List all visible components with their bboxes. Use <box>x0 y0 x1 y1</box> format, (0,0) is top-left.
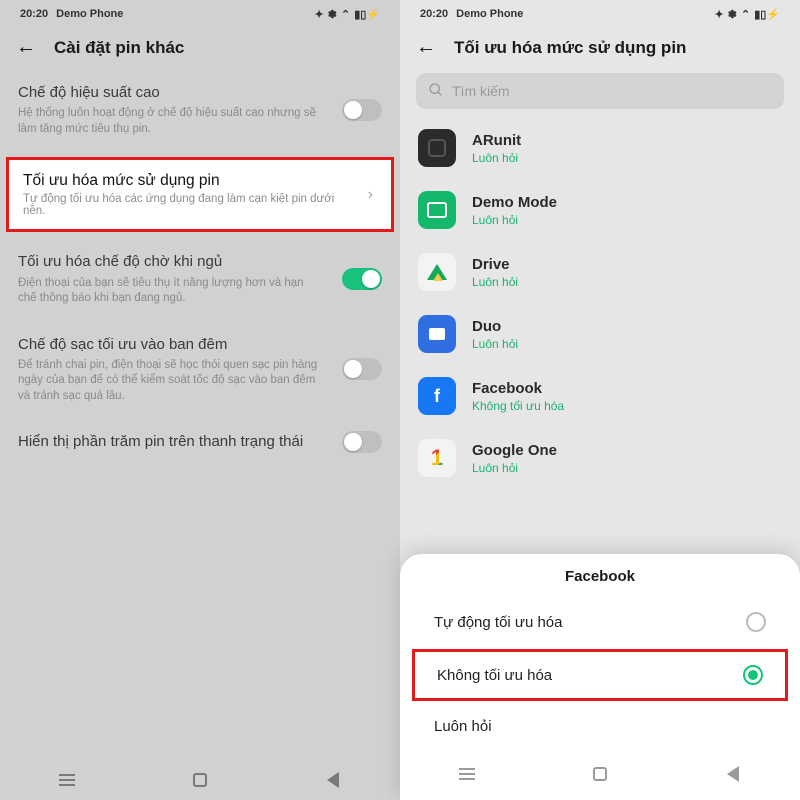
status-time: 20:20 <box>20 8 48 20</box>
status-icons: ✦ ✽ ⌃ ▮▯⚡ <box>715 8 780 21</box>
toggle-battery-percent[interactable] <box>342 431 382 453</box>
option-dont-optimize[interactable]: Không tối ưu hóa <box>412 649 788 701</box>
bluetooth-icon: ✽ <box>328 8 337 21</box>
row-night-charging[interactable]: Chế độ sạc tối ưu vào ban đêm Để tránh c… <box>0 321 400 419</box>
row-desc: Điện thoại của bạn sẽ tiêu thụ ít năng l… <box>18 276 382 307</box>
row-title: Chế độ hiệu suất cao <box>18 83 382 103</box>
battery-icon: ▮▯⚡ <box>354 8 380 21</box>
app-name: Demo Mode <box>472 194 557 211</box>
row-battery-percent[interactable]: Hiển thị phần trăm pin trên thanh trạng … <box>0 418 400 466</box>
row-high-performance[interactable]: Chế độ hiệu suất cao Hệ thống luôn hoạt … <box>0 69 400 151</box>
nav-recents[interactable] <box>57 770 77 790</box>
app-status: Luôn hỏi <box>472 337 518 351</box>
wifi-icon: ⌃ <box>741 8 750 21</box>
row-battery-optimization[interactable]: Tối ưu hóa mức sử dụng pin Tự động tối ư… <box>6 157 394 232</box>
app-arunit[interactable]: ARunit Luôn hỏi <box>400 117 800 179</box>
page-title: Cài đặt pin khác <box>54 38 184 58</box>
app-name: Drive <box>472 256 518 273</box>
app-status: Không tối ưu hóa <box>472 399 564 413</box>
app-status: Luôn hỏi <box>472 213 557 227</box>
row-desc: Hệ thống luôn hoạt động ở chế độ hiệu su… <box>18 106 382 137</box>
back-icon[interactable]: ← <box>16 36 36 59</box>
app-google-one[interactable]: 1 Google One Luôn hỏi <box>400 427 800 489</box>
row-desc: Tự động tối ưu hóa các ứng dụng đang làm… <box>23 193 377 217</box>
page-title: Tối ưu hóa mức sử dụng pin <box>454 38 686 58</box>
radio-icon <box>746 612 766 632</box>
radio-icon <box>743 665 763 685</box>
toggle-sleep-standby[interactable] <box>342 268 382 290</box>
status-time: 20:20 <box>420 8 448 20</box>
app-list: ARunit Luôn hỏi Demo Mode Luôn hỏi Drive… <box>400 117 800 489</box>
app-icon: f <box>418 377 456 415</box>
nav-bar <box>0 760 400 800</box>
search-icon <box>428 82 444 101</box>
row-title: Tối ưu hóa chế độ chờ khi ngủ <box>18 252 382 272</box>
status-device: Demo Phone <box>56 8 123 20</box>
app-name: Google One <box>472 442 557 459</box>
dnd-icon: ✦ <box>715 8 724 21</box>
option-label: Luôn hỏi <box>434 718 492 735</box>
dnd-icon: ✦ <box>315 8 324 21</box>
nav-home[interactable] <box>190 770 210 790</box>
chevron-right-icon: › <box>368 186 373 204</box>
option-label: Không tối ưu hóa <box>437 667 552 684</box>
app-icon <box>418 253 456 291</box>
sheet-title: Facebook <box>400 568 800 597</box>
search-input[interactable]: Tìm kiếm <box>416 73 784 109</box>
option-always-ask[interactable]: Luôn hỏi <box>400 703 800 750</box>
toggle-night-charging[interactable] <box>342 358 382 380</box>
row-sleep-standby[interactable]: Tối ưu hóa chế độ chờ khi ngủ Điện thoại… <box>0 238 400 320</box>
app-name: Duo <box>472 318 518 335</box>
option-label: Tự động tối ưu hóa <box>434 614 563 631</box>
app-status: Luôn hỏi <box>472 275 518 289</box>
nav-home[interactable] <box>590 764 610 784</box>
page-header: ← Tối ưu hóa mức sử dụng pin <box>400 28 800 69</box>
option-auto-optimize[interactable]: Tự động tối ưu hóa <box>400 597 800 647</box>
screen-app-battery-usage: 20:20 Demo Phone ✦ ✽ ⌃ ▮▯⚡ ← Tối ưu hóa … <box>400 0 800 800</box>
app-status: Luôn hỏi <box>472 151 521 165</box>
toggle-high-performance[interactable] <box>342 99 382 121</box>
nav-recents[interactable] <box>457 764 477 784</box>
row-title: Tối ưu hóa mức sử dụng pin <box>23 172 377 190</box>
app-drive[interactable]: Drive Luôn hỏi <box>400 241 800 303</box>
screen-battery-settings: 20:20 Demo Phone ✦ ✽ ⌃ ▮▯⚡ ← Cài đặt pin… <box>0 0 400 800</box>
app-status: Luôn hỏi <box>472 461 557 475</box>
app-facebook[interactable]: f Facebook Không tối ưu hóa <box>400 365 800 427</box>
nav-back[interactable] <box>723 764 743 784</box>
page-header: ← Cài đặt pin khác <box>0 28 400 69</box>
app-icon <box>418 315 456 353</box>
app-icon <box>418 191 456 229</box>
status-bar: 20:20 Demo Phone ✦ ✽ ⌃ ▮▯⚡ <box>0 0 400 28</box>
bluetooth-icon: ✽ <box>728 8 737 21</box>
app-icon: 1 <box>418 439 456 477</box>
app-name: ARunit <box>472 132 521 149</box>
battery-icon: ▮▯⚡ <box>754 8 780 21</box>
app-demo-mode[interactable]: Demo Mode Luôn hỏi <box>400 179 800 241</box>
row-desc: Để tránh chai pin, điện thoại sẽ học thó… <box>18 358 382 405</box>
bottom-sheet: Facebook Tự động tối ưu hóa Không tối ưu… <box>400 554 800 800</box>
status-device: Demo Phone <box>456 8 523 20</box>
nav-bar <box>400 754 800 794</box>
wifi-icon: ⌃ <box>341 8 350 21</box>
nav-back[interactable] <box>323 770 343 790</box>
row-title: Hiển thị phần trăm pin trên thanh trạng … <box>18 432 382 452</box>
back-icon[interactable]: ← <box>416 36 436 59</box>
search-placeholder: Tìm kiếm <box>452 83 510 99</box>
status-icons: ✦ ✽ ⌃ ▮▯⚡ <box>315 8 380 21</box>
row-title: Chế độ sạc tối ưu vào ban đêm <box>18 335 382 355</box>
app-icon <box>418 129 456 167</box>
app-duo[interactable]: Duo Luôn hỏi <box>400 303 800 365</box>
status-bar: 20:20 Demo Phone ✦ ✽ ⌃ ▮▯⚡ <box>400 0 800 28</box>
app-name: Facebook <box>472 380 564 397</box>
